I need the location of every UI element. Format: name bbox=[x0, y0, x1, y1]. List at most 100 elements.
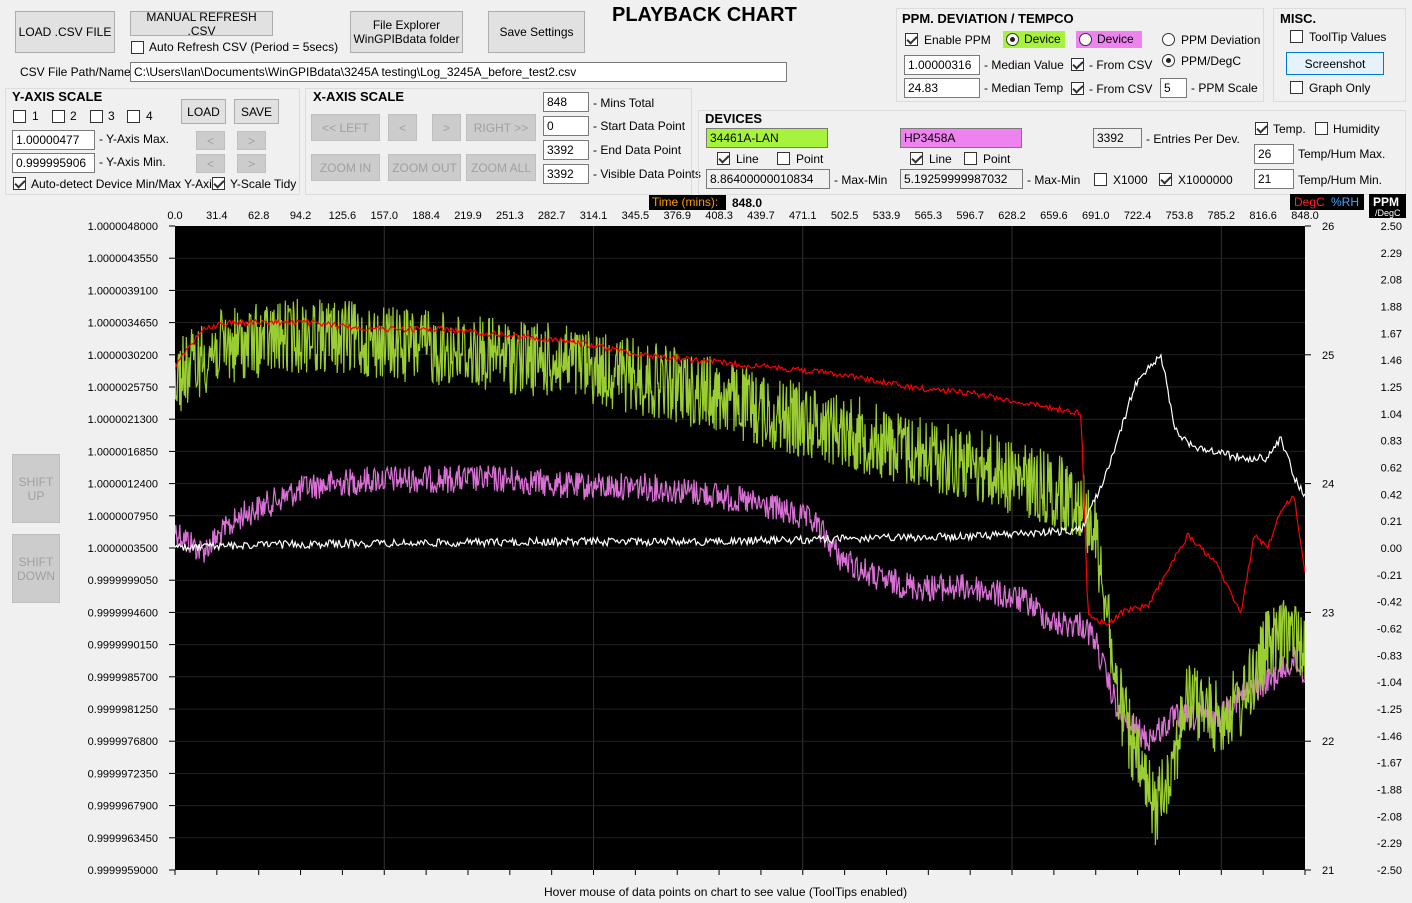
save-settings-button[interactable]: Save Settings bbox=[488, 11, 585, 53]
ppm-per-degc-radio[interactable] bbox=[1162, 54, 1175, 67]
start-point-label: - Start Data Point bbox=[593, 119, 686, 133]
median-temp-from-csv-checkbox[interactable] bbox=[1071, 82, 1084, 95]
x-tick-label: 816.6 bbox=[1249, 210, 1277, 222]
y-tick-label: 0.9999994600 bbox=[88, 607, 158, 619]
y-axis-min-label: - Y-Axis Min. bbox=[99, 155, 166, 169]
load-csv-button[interactable]: LOAD .CSV FILE bbox=[15, 11, 115, 53]
y-axis-min-input[interactable]: 0.999995906 bbox=[12, 153, 95, 173]
zoom-out-button[interactable]: ZOOM OUT bbox=[388, 154, 461, 181]
ppm-tick-label: 0.00 bbox=[1381, 543, 1402, 555]
device2-name-input[interactable]: HP3458A bbox=[900, 128, 1022, 148]
device1-line-label: Line bbox=[736, 152, 759, 166]
ppm-device2-radio[interactable] bbox=[1079, 33, 1092, 46]
temp-tick-label: 24 bbox=[1322, 479, 1334, 491]
step-right-button[interactable]: > bbox=[432, 114, 461, 141]
ppm-scale-input[interactable]: 5 bbox=[1160, 78, 1187, 98]
median-temp-input[interactable]: 24.83 bbox=[904, 78, 980, 98]
y-max-increase-button[interactable]: > bbox=[237, 131, 266, 150]
csv-path-input[interactable]: C:\Users\Ian\Documents\WinGPIBdata\3245A… bbox=[130, 62, 787, 82]
screenshot-button[interactable]: Screenshot bbox=[1286, 52, 1384, 75]
ppm-device2-label: Device bbox=[1097, 32, 1134, 46]
y-slot-1-checkbox[interactable] bbox=[13, 110, 26, 123]
file-explorer-button[interactable]: File Explorer WinGPIBdata folder bbox=[350, 11, 463, 53]
x1000-checkbox[interactable] bbox=[1094, 173, 1107, 186]
y-scale-save-button[interactable]: SAVE bbox=[234, 99, 279, 124]
visible-points-input[interactable]: 3392 bbox=[543, 164, 589, 184]
devices-title: DEVICES bbox=[705, 111, 763, 126]
manual-refresh-button[interactable]: MANUAL REFRESH .CSV bbox=[130, 10, 273, 38]
median-value-input[interactable]: 1.00000316 bbox=[904, 55, 980, 75]
x1000000-checkbox[interactable] bbox=[1159, 173, 1172, 186]
scroll-left-button[interactable]: << LEFT bbox=[311, 114, 380, 141]
y-max-decrease-button[interactable]: < bbox=[196, 131, 225, 150]
shift-down-button[interactable]: SHIFT DOWN bbox=[12, 534, 60, 603]
y-scale-tidy-checkbox[interactable] bbox=[212, 177, 225, 190]
graph-only-checkbox[interactable] bbox=[1290, 81, 1303, 94]
device2-maxmin-input[interactable]: 5.19259999987032 bbox=[900, 169, 1023, 189]
x-tick-label: 94.2 bbox=[290, 210, 311, 222]
median-temp-label: - Median Temp bbox=[984, 81, 1064, 95]
auto-refresh-label: Auto Refresh CSV (Period = 5secs) bbox=[149, 40, 339, 54]
temp-checkbox[interactable] bbox=[1255, 122, 1268, 135]
entries-input[interactable]: 3392 bbox=[1093, 128, 1142, 148]
ppm-device2-option[interactable]: Device bbox=[1076, 31, 1142, 48]
y-axis-scale-title: Y-AXIS SCALE bbox=[12, 89, 103, 104]
y-axis-max-input[interactable]: 1.00000477 bbox=[12, 130, 95, 150]
step-left-button[interactable]: < bbox=[388, 114, 417, 141]
y-min-decrease-button[interactable]: < bbox=[196, 154, 225, 173]
ppm-unit-bg bbox=[1369, 194, 1406, 218]
ppm-device1-option[interactable]: Device bbox=[1003, 31, 1065, 48]
x-tick-label: 502.5 bbox=[831, 210, 859, 222]
y-slot-3-label: 3 bbox=[108, 109, 115, 123]
y-tick-label: 1.0000025750 bbox=[88, 382, 158, 394]
x-tick-label: 753.8 bbox=[1166, 210, 1194, 222]
auto-refresh-checkbox[interactable] bbox=[131, 41, 144, 54]
y-slot-4-checkbox[interactable] bbox=[127, 110, 140, 123]
x-tick-label: 376.9 bbox=[663, 210, 691, 222]
humidity-checkbox[interactable] bbox=[1315, 122, 1328, 135]
ppm-device1-radio[interactable] bbox=[1006, 33, 1019, 46]
tooltip-values-checkbox[interactable] bbox=[1290, 30, 1303, 43]
device2-line-checkbox[interactable] bbox=[910, 152, 923, 165]
ppm-tick-label: -0.62 bbox=[1377, 624, 1402, 636]
x1000000-label: X1000000 bbox=[1178, 173, 1233, 187]
device2-line-label: Line bbox=[929, 152, 952, 166]
temp-min-label: Temp/Hum Min. bbox=[1298, 173, 1383, 187]
end-point-input[interactable]: 3392 bbox=[543, 140, 589, 160]
degc-unit-label: DegC bbox=[1294, 195, 1325, 209]
device1-point-checkbox[interactable] bbox=[777, 152, 790, 165]
device1-name-input[interactable]: 34461A-LAN bbox=[706, 128, 828, 148]
y-scale-load-button[interactable]: LOAD bbox=[181, 99, 226, 124]
file-explorer-label-1: File Explorer bbox=[372, 18, 441, 32]
x-tick-label: 722.4 bbox=[1124, 210, 1152, 222]
device1-maxmin-input[interactable]: 8.86400000010834 bbox=[706, 169, 830, 189]
mins-total-input[interactable]: 848 bbox=[543, 92, 589, 112]
device1-line-checkbox[interactable] bbox=[717, 152, 730, 165]
y-tick-label: 1.0000021300 bbox=[88, 414, 158, 426]
start-point-input[interactable]: 0 bbox=[543, 116, 589, 136]
enable-ppm-checkbox[interactable] bbox=[905, 33, 918, 46]
y-min-increase-button[interactable]: > bbox=[237, 154, 266, 173]
y-slot-2-checkbox[interactable] bbox=[52, 110, 65, 123]
shift-up-button[interactable]: SHIFT UP bbox=[12, 454, 60, 523]
ppm-tick-label: -2.08 bbox=[1377, 811, 1402, 823]
y-tick-label: 1.0000043550 bbox=[88, 253, 158, 265]
zoom-in-button[interactable]: ZOOM IN bbox=[311, 154, 380, 181]
scroll-right-button[interactable]: RIGHT >> bbox=[466, 114, 536, 141]
y-slot-3-checkbox[interactable] bbox=[90, 110, 103, 123]
device2-point-checkbox[interactable] bbox=[964, 152, 977, 165]
auto-detect-checkbox[interactable] bbox=[13, 177, 26, 190]
temp-tick-label: 25 bbox=[1322, 350, 1334, 362]
temp-max-input[interactable]: 26 bbox=[1254, 144, 1294, 164]
temp-min-input[interactable]: 21 bbox=[1254, 169, 1294, 189]
x-tick-label: 251.3 bbox=[496, 210, 524, 222]
device1-point-label: Point bbox=[796, 152, 824, 166]
ppm-deviation-radio[interactable] bbox=[1162, 33, 1175, 46]
plot-area bbox=[175, 226, 1305, 870]
y-tick-label: 1.0000030200 bbox=[88, 350, 158, 362]
shift-down-label-2: DOWN bbox=[17, 568, 55, 583]
median-value-from-csv-checkbox[interactable] bbox=[1071, 58, 1084, 71]
zoom-all-button[interactable]: ZOOM ALL bbox=[466, 154, 536, 181]
x-tick-label: 31.4 bbox=[206, 210, 227, 222]
ppm-tick-label: -1.67 bbox=[1377, 758, 1402, 770]
